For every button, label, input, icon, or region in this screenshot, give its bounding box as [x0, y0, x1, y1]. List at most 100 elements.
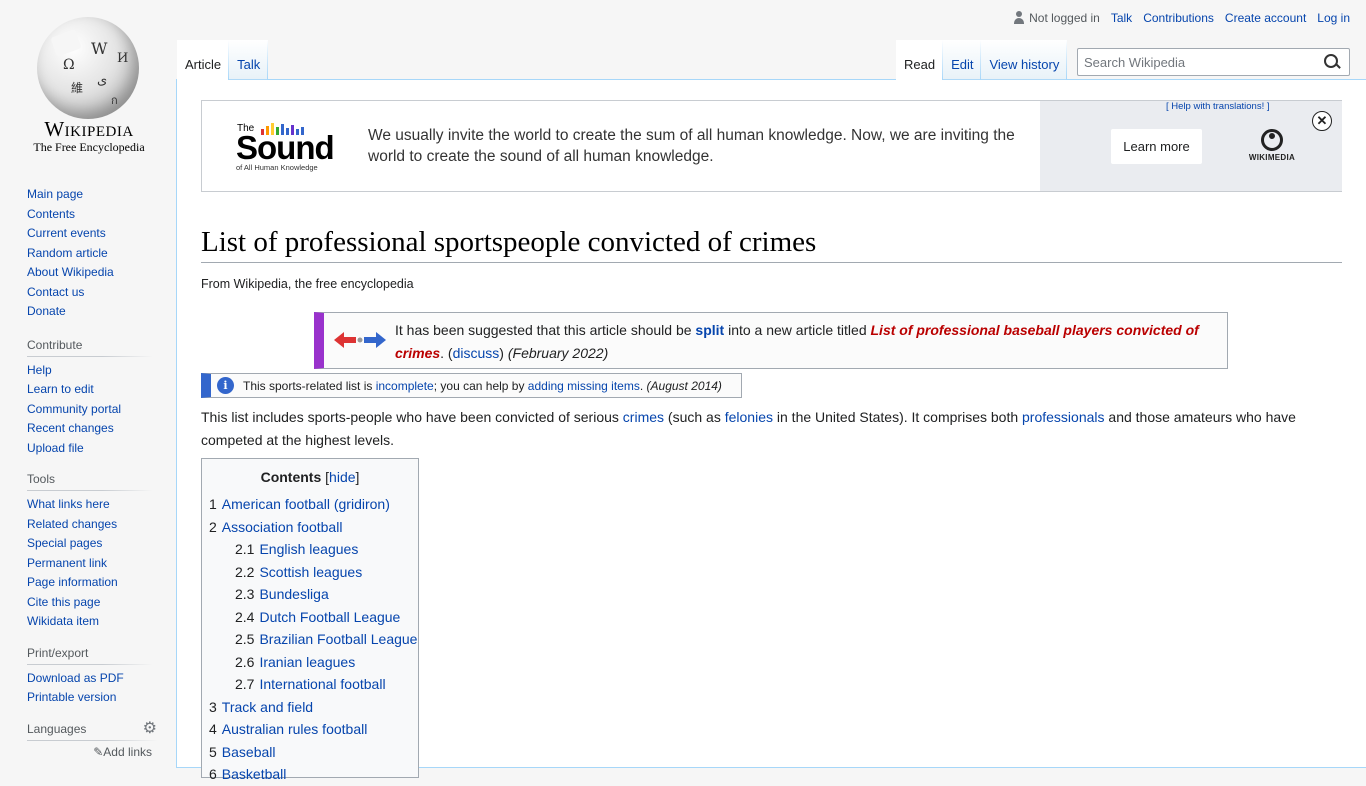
toc-item[interactable]: 3 Track and field — [209, 696, 411, 719]
view-tabs: Read Edit View history — [896, 40, 1067, 80]
toc-item[interactable]: 2.5 Brazilian Football League — [209, 628, 417, 651]
tools-heading: Tools — [27, 472, 152, 491]
banner-close-button[interactable]: ✕ — [1312, 111, 1332, 131]
toc-item[interactable]: 4 Australian rules football — [209, 718, 411, 741]
tab-article[interactable]: Article — [177, 40, 229, 80]
sidebar-item-random-article[interactable]: Random article — [27, 246, 108, 260]
sidebar-item-about-wikipedia[interactable]: About Wikipedia — [27, 265, 114, 279]
discuss-link[interactable]: discuss — [453, 345, 500, 361]
toc-item[interactable]: 6 Basketball — [209, 763, 411, 786]
wordmark: Wikipedia — [44, 117, 134, 141]
toc-num: 2.1 — [235, 541, 255, 557]
toc-item[interactable]: 2 Association football — [209, 516, 411, 539]
toc-hide-toggle[interactable]: hide — [329, 469, 355, 485]
toc-list: 1 American football (gridiron) 2 Associati… — [209, 493, 417, 786]
sidebar-item-donate[interactable]: Donate — [27, 304, 66, 318]
sidebar-item-download-pdf[interactable]: Download as PDF — [27, 671, 124, 685]
incomplete-link[interactable]: incomplete — [376, 379, 434, 393]
sidebar-item-special-pages[interactable]: Special pages — [27, 536, 102, 550]
toc-item[interactable]: 2.6 Iranian leagues — [209, 651, 411, 674]
sidebar-item-permanent-link[interactable]: Permanent link — [27, 556, 107, 570]
add-links-row: ✎Add links — [27, 745, 152, 759]
toc-item[interactable]: 1 American football (gridiron) — [209, 493, 411, 516]
incomplete-text-dot: . — [639, 378, 647, 393]
wikimedia-icon — [1261, 129, 1283, 151]
content-area: The Sound of All Human Knowledge We usua… — [176, 79, 1366, 782]
toc-item[interactable]: 2.2 Scottish leagues — [209, 561, 411, 584]
split-notice: It has been suggested that this article … — [314, 312, 1228, 369]
search-icon[interactable] — [1318, 49, 1346, 75]
tab-edit[interactable]: Edit — [943, 40, 981, 80]
sidebar-item-current-events[interactable]: Current events — [27, 226, 106, 240]
incomplete-list-notice: i This sports-related list is incomplete… — [201, 373, 742, 398]
sidebar-navigation: Main page Contents Current events Random… — [27, 185, 167, 322]
sidebar-item-page-information[interactable]: Page information — [27, 575, 118, 589]
sidebar-item-upload-file[interactable]: Upload file — [27, 441, 84, 455]
split-text-pre: It has been suggested that this article … — [395, 322, 696, 338]
namespace-tabs: Article Talk — [177, 40, 268, 80]
incomplete-text: This sports-related list is incomplete; … — [243, 379, 722, 393]
search-input[interactable] — [1078, 54, 1318, 70]
sidebar-item-recent-changes[interactable]: Recent changes — [27, 421, 114, 435]
professionals-link[interactable]: professionals — [1022, 409, 1105, 425]
toc-text: Brazilian Football League — [259, 631, 418, 647]
add-links-link[interactable]: Add links — [103, 745, 152, 759]
sidebar-item-wikidata-item[interactable]: Wikidata item — [27, 614, 99, 628]
create-account-link[interactable]: Create account — [1225, 11, 1306, 25]
tagline: The Free Encyclopedia — [33, 140, 145, 154]
sidebar-item-contents[interactable]: Contents — [27, 207, 75, 221]
sidebar-item-related-changes[interactable]: Related changes — [27, 517, 117, 531]
felonies-link[interactable]: felonies — [725, 409, 773, 425]
sidebar-item-what-links-here[interactable]: What links here — [27, 497, 110, 511]
tab-talk-label: Talk — [237, 57, 261, 72]
toc-hide-wrapper: [hide] — [325, 469, 360, 485]
user-icon — [1013, 11, 1025, 25]
crimes-link[interactable]: crimes — [623, 409, 664, 425]
not-logged-in-label: Not logged in — [1029, 11, 1100, 25]
gear-icon[interactable]: ⚙ — [143, 720, 157, 736]
wikimedia-logo[interactable]: WIKIMEDIA — [1240, 129, 1304, 162]
toc-num: 2.3 — [235, 586, 255, 602]
toc-item[interactable]: 5 Baseball — [209, 741, 411, 764]
sidebar-item-contact-us[interactable]: Contact us — [27, 285, 84, 299]
toc-item[interactable]: 2.7 International football — [209, 673, 411, 696]
wikipedia-logo[interactable]: Ω W И 維 ی ก Wikipedia The Free Encyclope… — [24, 14, 154, 159]
split-text-dot: . ( — [440, 345, 453, 361]
incomplete-text-mid: ; you can help by — [433, 378, 528, 393]
info-icon: i — [217, 377, 234, 394]
tab-view-history[interactable]: View history — [981, 40, 1067, 80]
sidebar-item-learn-to-edit[interactable]: Learn to edit — [27, 382, 94, 396]
toc-num: 2.4 — [235, 608, 255, 625]
tab-talk[interactable]: Talk — [229, 40, 268, 80]
split-arrows-icon — [334, 332, 386, 348]
sound-logo-sub: of All Human Knowledge — [236, 163, 318, 172]
toc-text: Iranian leagues — [259, 653, 356, 670]
toc-item[interactable]: 2.4 Dutch Football League — [209, 606, 411, 629]
sound-logo-banner: The Sound of All Human Knowledge We usua… — [201, 100, 1342, 192]
contribute-heading: Contribute — [27, 337, 152, 357]
sidebar-item-printable-version[interactable]: Printable version — [27, 690, 116, 704]
sidebar-item-community-portal[interactable]: Community portal — [27, 402, 121, 416]
split-link[interactable]: split — [695, 322, 724, 338]
site-sub: From Wikipedia, the free encyclopedia — [201, 277, 414, 291]
pencil-icon: ✎ — [93, 744, 104, 759]
sound-logo: The Sound of All Human Knowledge — [236, 121, 346, 173]
sidebar-item-help[interactable]: Help — [27, 363, 52, 377]
tab-edit-label: Edit — [951, 57, 974, 72]
learn-more-button[interactable]: Learn more — [1111, 129, 1202, 164]
contributions-link[interactable]: Contributions — [1143, 11, 1214, 25]
sidebar-item-main-page[interactable]: Main page — [27, 187, 83, 201]
tab-read[interactable]: Read — [896, 40, 943, 80]
help-translations-link[interactable]: [ Help with translations! ] — [1166, 101, 1270, 112]
toc-item[interactable]: 2.1 English leagues — [209, 538, 411, 561]
talk-link[interactable]: Talk — [1111, 11, 1132, 25]
incomplete-date: (August 2014) — [646, 378, 722, 393]
adding-missing-items-link[interactable]: adding missing items — [528, 379, 640, 393]
toc-num: 2.6 — [235, 653, 255, 670]
toc-item[interactable]: 2.3 Bundesliga — [209, 583, 411, 606]
sidebar-item-cite-this-page[interactable]: Cite this page — [27, 595, 100, 609]
search-box — [1077, 48, 1350, 76]
intro-text-2: (such as — [664, 409, 725, 425]
toc-num: 1 — [209, 496, 217, 512]
login-link[interactable]: Log in — [1317, 11, 1350, 25]
